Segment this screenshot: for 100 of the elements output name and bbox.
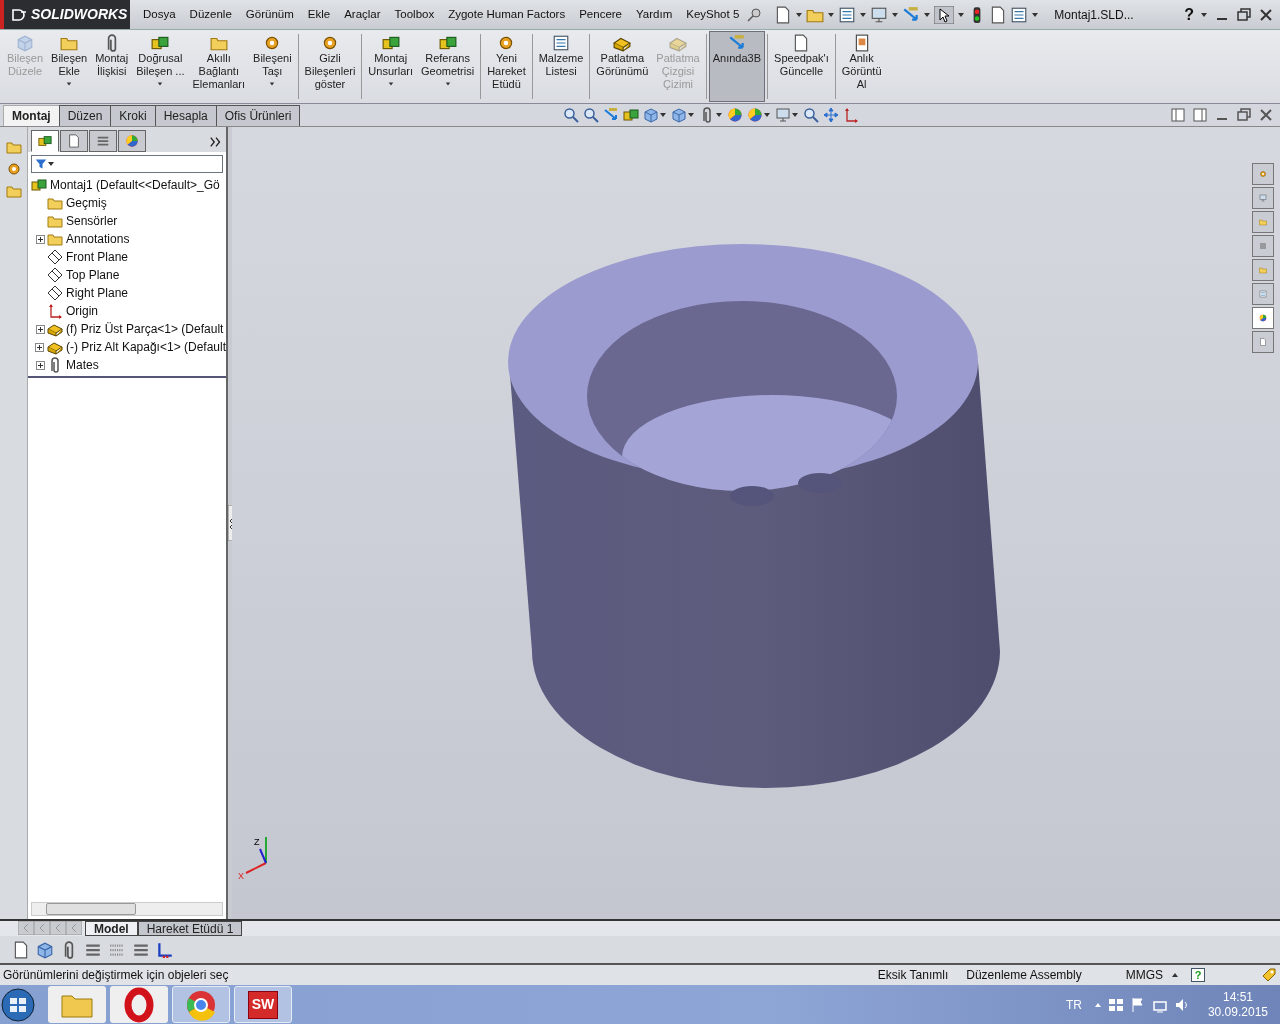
checklist-icon[interactable] xyxy=(1010,5,1029,24)
ribbon-button[interactable]: Gizli Bileşenleri göster xyxy=(300,31,360,102)
ribbon-tab[interactable]: Düzen xyxy=(58,105,112,126)
tree-item[interactable]: (f) Priz Üst Parça<1> (Default xyxy=(66,320,224,338)
ribbon-button[interactable]: Akıllı Bağlantı Elemanları xyxy=(188,31,250,102)
caret-icon[interactable] xyxy=(687,111,696,119)
ribbon-button[interactable]: Bileşeni Taşı xyxy=(249,31,296,102)
tree-item[interactable]: Annotations xyxy=(66,230,130,248)
caret-icon[interactable] xyxy=(795,10,804,19)
menu-item[interactable]: Ekle xyxy=(300,5,338,24)
axes-icon[interactable] xyxy=(156,940,174,959)
menu-item[interactable]: Araçlar xyxy=(337,5,388,24)
tree-item[interactable]: Right Plane xyxy=(66,284,129,302)
clock-time[interactable]: 14:51 xyxy=(1222,989,1253,1005)
blocks-icon xyxy=(438,34,457,52)
caret-icon[interactable] xyxy=(763,111,772,119)
help-button[interactable]: ? xyxy=(1184,2,1194,27)
configuration-tab-icon[interactable] xyxy=(89,130,117,152)
tree-item[interactable]: (-) Priz Alt Kapağı<1> (Default xyxy=(65,338,226,356)
tree-item[interactable]: Mates xyxy=(66,356,99,374)
appearance-icon[interactable] xyxy=(727,107,744,123)
plane-icon xyxy=(47,267,63,283)
ribbon-button[interactable]: Montaj Unsurları xyxy=(364,31,417,102)
panel-left-icon[interactable] xyxy=(1170,107,1186,123)
status-field[interactable]: MMGS xyxy=(1125,966,1163,984)
ribbon-button[interactable]: Malzeme Listesi xyxy=(534,31,588,102)
tree-item[interactable]: Top Plane xyxy=(66,266,120,284)
caret-icon[interactable] xyxy=(1200,10,1208,19)
taskbar-button[interactable]: SW xyxy=(234,986,292,1023)
menu-item[interactable]: Dosya xyxy=(136,5,183,24)
caret-icon[interactable] xyxy=(791,111,800,119)
menu-item[interactable]: Toolbox xyxy=(387,5,442,24)
sheet-tab[interactable]: Model xyxy=(85,921,138,936)
expand-icon[interactable] xyxy=(35,342,45,352)
caret-icon[interactable] xyxy=(891,10,900,19)
restore-icon[interactable] xyxy=(1236,107,1252,123)
panel-right-icon[interactable] xyxy=(1192,107,1208,123)
filter-field[interactable] xyxy=(31,155,223,173)
ribbon-button[interactable]: Anında3B xyxy=(708,31,766,102)
tree-item[interactable]: Origin xyxy=(66,302,98,320)
ribbon-button[interactable]: Bileşen Ekle xyxy=(47,31,92,102)
menu-item[interactable]: Zygote Human Factors xyxy=(441,5,573,24)
folder-icon[interactable] xyxy=(1252,259,1274,281)
caret-icon[interactable] xyxy=(715,111,724,119)
caret-icon[interactable] xyxy=(957,10,966,19)
tag-icon[interactable] xyxy=(1261,967,1277,983)
document-title: Montaj1.SLD... xyxy=(1054,6,1134,24)
tree-item[interactable]: Geçmiş xyxy=(66,194,107,212)
ribbon-button[interactable]: Yeni Hareket Etüdü xyxy=(483,31,530,102)
ribbon-button[interactable]: Speedpak'ı Güncelle xyxy=(770,31,833,102)
select-pointer-icon[interactable] xyxy=(934,5,955,24)
status-field: Eksik Tanımlı xyxy=(877,966,949,984)
start-orb-icon[interactable] xyxy=(0,986,36,1023)
close-icon[interactable] xyxy=(1258,6,1274,23)
zoom-to-fit-icon[interactable] xyxy=(563,107,580,123)
caret-up-icon[interactable] xyxy=(1171,971,1179,979)
appearance-tab-icon[interactable] xyxy=(118,130,146,152)
caret-icon[interactable] xyxy=(1031,10,1040,19)
zoom-area-icon[interactable] xyxy=(583,107,600,123)
windows-logo-icon[interactable] xyxy=(1107,996,1124,1013)
menu-item[interactable]: KeyShot 5 xyxy=(679,5,747,24)
ribbon-tab[interactable]: Hesapla xyxy=(154,105,217,126)
tree-item[interactable]: Sensörler xyxy=(66,212,118,230)
menu-item[interactable]: Düzenle xyxy=(182,5,239,24)
ribbon-button[interactable]: Montaj İlişkisi xyxy=(91,31,133,102)
ribbon-button[interactable]: Patlatma Görünümü xyxy=(592,31,653,102)
pin-icon[interactable] xyxy=(746,6,763,23)
close-icon[interactable] xyxy=(1258,107,1274,123)
property-tab-icon[interactable] xyxy=(60,130,88,152)
expand-icon[interactable] xyxy=(35,360,45,370)
tree-item[interactable]: Front Plane xyxy=(66,248,129,266)
sheet-tab[interactable]: Hareket Etüdü 1 xyxy=(137,921,243,936)
ribbon-button[interactable]: Anlık Görüntü Al xyxy=(837,31,886,102)
expand-icon[interactable] xyxy=(35,324,45,334)
ribbon-tab[interactable]: Ofis Ürünleri xyxy=(215,105,301,126)
restore-icon[interactable] xyxy=(1236,6,1252,23)
tree-item[interactable]: Montaj1 (Default<<Default>_Gö xyxy=(50,176,220,194)
taskbar-button[interactable] xyxy=(110,986,168,1023)
caret-icon[interactable] xyxy=(859,10,868,19)
clock-date[interactable]: 30.09.2015 xyxy=(1207,1004,1268,1020)
horizontal-scrollbar[interactable] xyxy=(31,902,223,916)
caret-icon[interactable] xyxy=(659,111,668,119)
help-button[interactable]: ? xyxy=(1191,968,1205,982)
expand-chevron-icon[interactable] xyxy=(209,135,223,149)
menu-item[interactable]: Yardım xyxy=(629,5,680,24)
ribbon-tab[interactable]: Montaj xyxy=(3,105,60,126)
filter-icon xyxy=(35,158,47,170)
ribbon-tab[interactable]: Kroki xyxy=(110,105,156,126)
caret-icon[interactable] xyxy=(827,10,836,19)
pan-icon[interactable] xyxy=(823,107,840,123)
feature-tree-tab-icon[interactable] xyxy=(31,130,59,152)
ribbon-button[interactable]: Doğrusal Bileşen ... xyxy=(132,31,189,102)
expand-icon[interactable] xyxy=(35,234,45,244)
zoom-icon[interactable] xyxy=(803,107,820,123)
menu-item[interactable]: Görünüm xyxy=(238,5,301,24)
flag-icon[interactable] xyxy=(1129,996,1146,1013)
ribbon-button[interactable]: Referans Geometrisi xyxy=(417,31,479,102)
taskbar-button[interactable] xyxy=(172,986,230,1023)
menu-item[interactable]: Pencere xyxy=(572,5,629,24)
caret-icon[interactable] xyxy=(923,10,932,19)
